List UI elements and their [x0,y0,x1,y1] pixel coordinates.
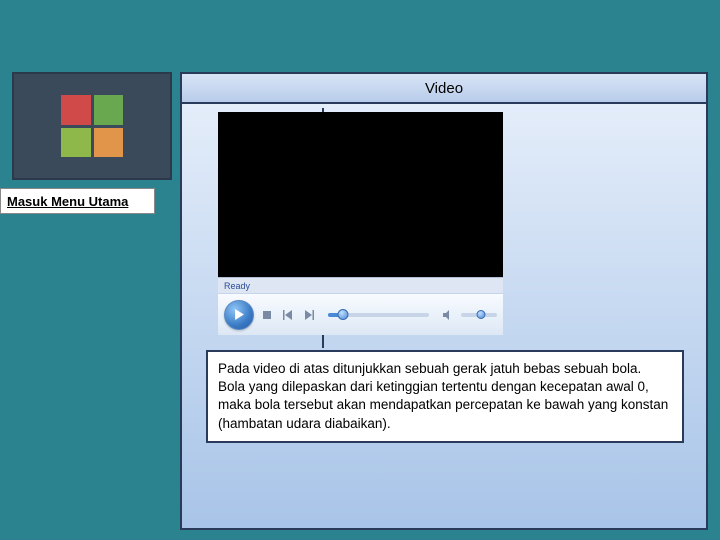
panel-title: Video [182,74,706,104]
player-controls [218,293,503,335]
description-text: Pada video di atas ditunjukkan sebuah ge… [218,361,668,431]
play-button[interactable] [224,300,254,330]
speaker-icon [443,310,453,320]
stop-icon [262,310,272,320]
seek-bar[interactable] [328,313,429,317]
next-icon [304,310,314,320]
volume-thumb[interactable] [476,310,485,319]
stop-button[interactable] [259,307,275,323]
description-box: Pada video di atas ditunjukkan sebuah ge… [206,350,684,443]
panel-title-text: Video [425,80,463,97]
prev-icon [283,310,293,320]
player-status: Ready [218,277,503,293]
logo-icon [61,95,123,157]
seek-thumb[interactable] [338,309,349,320]
volume-bar[interactable] [461,313,497,317]
prev-button[interactable] [280,307,296,323]
main-menu-button[interactable]: Masuk Menu Utama [0,188,155,214]
media-player: Ready [218,112,503,335]
video-panel: Video Ready [180,72,708,530]
play-icon [234,309,245,320]
player-status-text: Ready [224,281,250,291]
main-menu-label: Masuk Menu Utama [7,194,128,209]
next-button[interactable] [301,307,317,323]
mute-button[interactable] [440,307,456,323]
logo-panel [12,72,172,180]
video-viewport[interactable] [218,112,503,277]
